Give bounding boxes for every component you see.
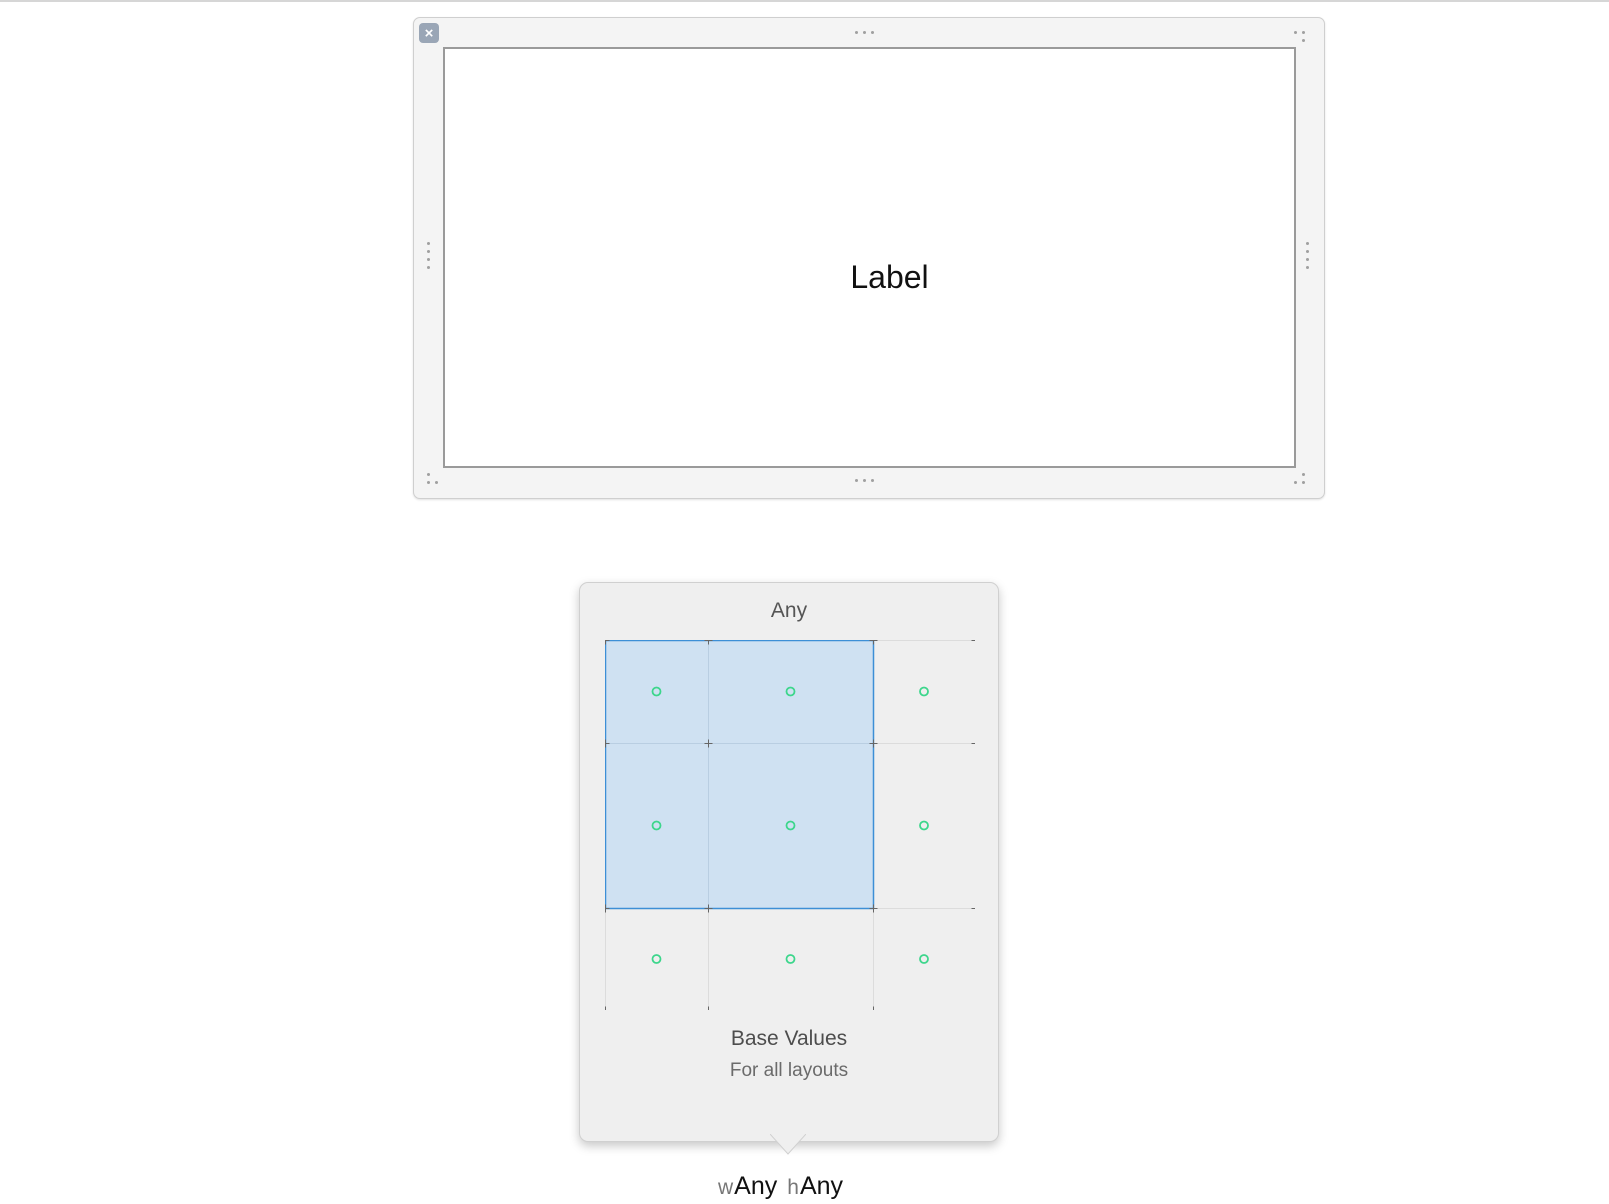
close-icon[interactable]: × (419, 23, 439, 43)
bottom-right-resize-handle[interactable] (1294, 473, 1306, 485)
base-values-title: Base Values (730, 1027, 848, 1050)
width-class-value[interactable]: Any (734, 1172, 777, 1200)
size-class-grid[interactable] (605, 640, 975, 1010)
width-prefix: w (718, 1176, 734, 1199)
view-canvas[interactable]: Label (443, 47, 1296, 468)
label-element[interactable]: Label (445, 49, 1294, 466)
size-class-popover: Any Base Values For all layouts (579, 582, 999, 1142)
grid-cell-dot (919, 820, 929, 831)
size-class-bar[interactable]: wAny hAny (718, 1172, 843, 1201)
left-resize-handle[interactable] (427, 242, 431, 274)
grid-cell-dot (919, 954, 929, 964)
popover-title: Any (770, 599, 808, 622)
grid-cell-dot (651, 954, 662, 964)
height-prefix: h (787, 1176, 799, 1199)
scene-frame[interactable]: × Label (413, 17, 1325, 499)
top-divider (0, 0, 1609, 2)
grid-cell-dot (919, 686, 929, 697)
right-resize-handle[interactable] (1306, 242, 1310, 274)
size-class-grid-graphic[interactable] (605, 640, 975, 1010)
top-right-resize-handle[interactable] (1294, 31, 1306, 43)
bottom-left-resize-handle[interactable] (427, 473, 439, 485)
height-class-value[interactable]: Any (800, 1172, 843, 1200)
top-resize-handle[interactable] (855, 31, 874, 35)
grid-cell-dot (785, 954, 796, 964)
grid-selection (605, 640, 875, 910)
label-text: Label (850, 259, 929, 295)
popover-arrow (770, 1134, 806, 1155)
base-values-subtitle: For all layouts (729, 1060, 849, 1081)
bottom-resize-handle[interactable] (855, 479, 874, 483)
